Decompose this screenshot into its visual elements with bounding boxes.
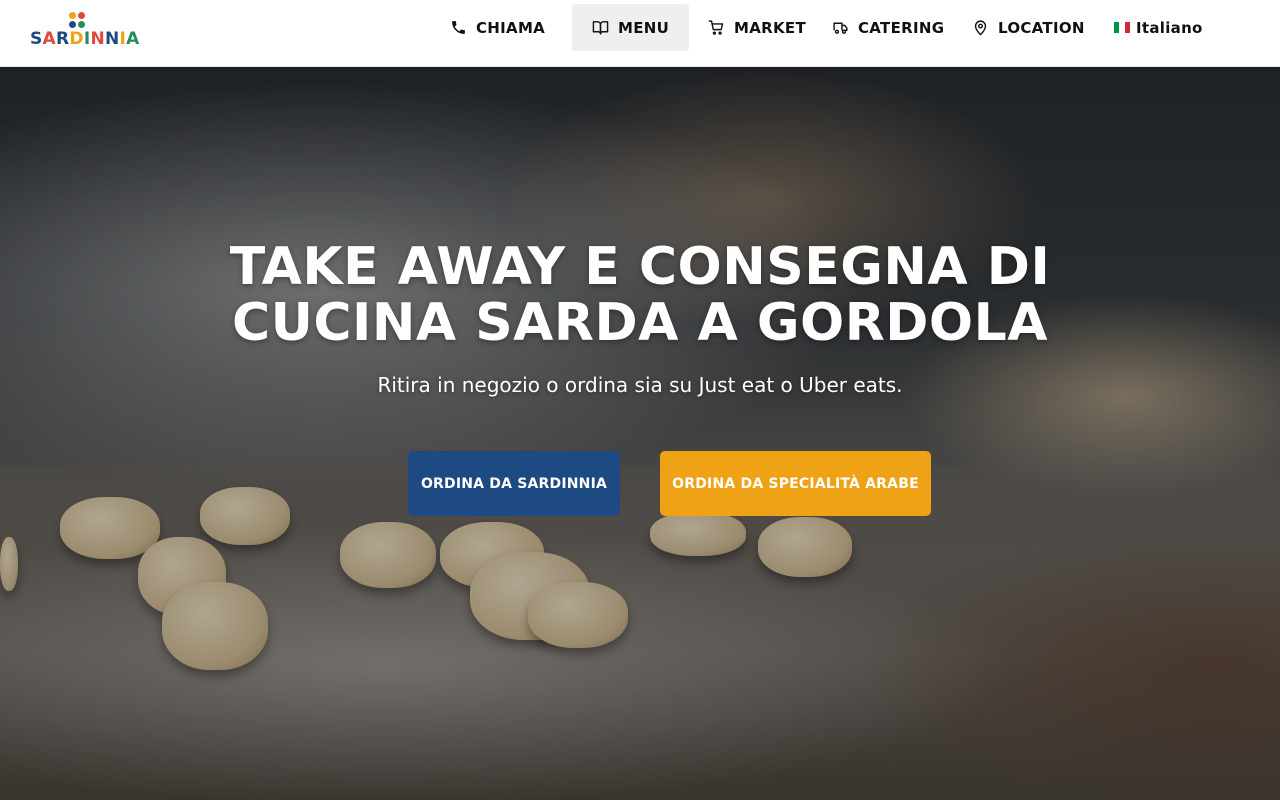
language-switcher[interactable]: Italiano bbox=[1114, 4, 1203, 51]
nav-catering-label: CATERING bbox=[858, 18, 945, 37]
phone-icon bbox=[450, 19, 467, 36]
shopping-cart-icon bbox=[708, 19, 725, 36]
hero-subtitle: Ritira in negozio o ordina sia su Just e… bbox=[377, 373, 903, 397]
nav-catering[interactable]: CATERING bbox=[832, 4, 944, 51]
brand-letter: A bbox=[126, 29, 140, 49]
hero-title-line1: TAKE AWAY E CONSEGNA DI bbox=[229, 237, 1051, 297]
truck-icon bbox=[832, 19, 849, 36]
order-arab-specialties-button[interactable]: ORDINA DA SPECIALITÀ ARABE bbox=[660, 451, 931, 516]
logo-dot bbox=[78, 12, 85, 19]
nav-location[interactable]: LOCATION bbox=[972, 4, 1085, 51]
logo-dot bbox=[69, 12, 76, 19]
language-label: Italiano bbox=[1136, 18, 1203, 37]
hero-overlay bbox=[0, 67, 1280, 800]
book-open-icon bbox=[592, 19, 609, 36]
brand-letter: N bbox=[105, 29, 120, 49]
brand-wordmark: SARDINNIA bbox=[30, 29, 140, 49]
site-header: SARDINNIA CHIAMA MENU MARKET CATERING LO… bbox=[0, 0, 1280, 67]
hero-title-line2: CUCINA SARDA A GORDOLA bbox=[231, 293, 1049, 353]
nav-menu[interactable]: MENU bbox=[572, 4, 690, 51]
brand-letter: N bbox=[90, 29, 105, 49]
logo-dot bbox=[69, 21, 76, 28]
italy-flag-icon bbox=[1114, 22, 1130, 33]
brand-letter: I bbox=[83, 29, 91, 49]
brand-letter: I bbox=[119, 29, 127, 49]
brand-letter: D bbox=[69, 29, 84, 49]
nav-location-label: LOCATION bbox=[998, 18, 1085, 37]
nav-market[interactable]: MARKET bbox=[708, 4, 806, 51]
nav-market-label: MARKET bbox=[734, 18, 806, 37]
brand-letter: A bbox=[42, 29, 57, 49]
brand-letter: R bbox=[56, 29, 70, 49]
flag-stripe bbox=[1124, 22, 1130, 33]
brand-letter: S bbox=[30, 29, 43, 49]
map-pin-icon bbox=[972, 19, 989, 36]
nav-call-label: CHIAMA bbox=[476, 18, 546, 37]
nav-menu-label: MENU bbox=[618, 18, 670, 37]
brand-logo[interactable]: SARDINNIA bbox=[30, 12, 139, 52]
nav-call[interactable]: CHIAMA bbox=[450, 4, 545, 51]
hero-section: TAKE AWAY E CONSEGNA DI CUCINA SARDA A G… bbox=[0, 67, 1280, 800]
logo-dots-icon bbox=[69, 12, 87, 30]
main-nav: CHIAMA MENU MARKET CATERING LOCATION Ita… bbox=[440, 4, 1220, 51]
order-sardinnia-button[interactable]: ORDINA DA SARDINNIA bbox=[408, 451, 620, 516]
hero-title: TAKE AWAY E CONSEGNA DI CUCINA SARDA A G… bbox=[140, 239, 1140, 351]
logo-dot bbox=[78, 21, 85, 28]
